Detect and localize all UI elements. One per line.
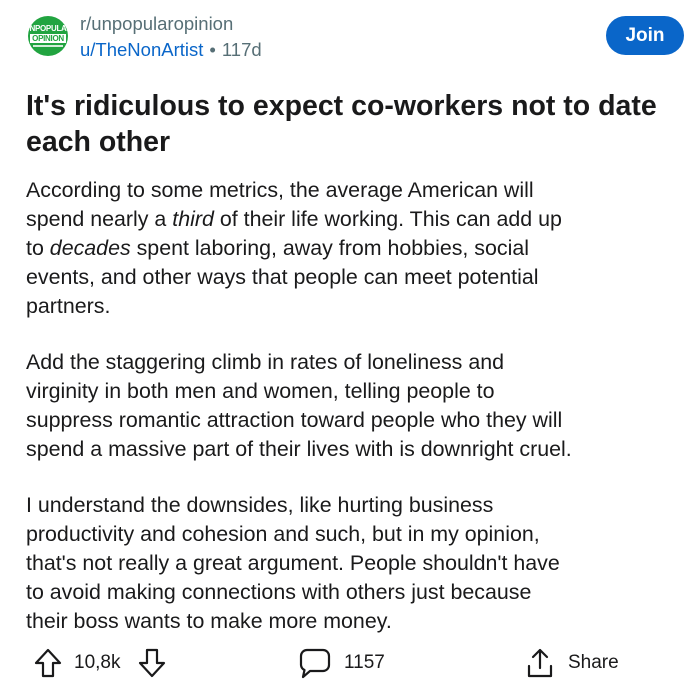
- author-link[interactable]: u/TheNonArtist: [80, 39, 203, 60]
- comment-icon: [299, 648, 331, 679]
- body-line: Add the staggering climb in rates of lon…: [26, 350, 505, 374]
- avatar-text-top: UNPOPULAR: [28, 24, 68, 33]
- post-title[interactable]: It's ridiculous to expect co-workers not…: [26, 88, 666, 160]
- body-line: virginity in both men and women, telling…: [26, 379, 495, 403]
- action-bar: 10,8k 1157 Share: [34, 646, 666, 680]
- subreddit-avatar[interactable]: UNPOPULAR OPINION: [28, 16, 68, 56]
- body-line: their boss wants to make more money.: [26, 609, 392, 633]
- avatar-text-bottom: OPINION: [30, 34, 66, 43]
- body-line: I understand the downsides, like hurting…: [26, 493, 494, 517]
- body-line: to decades spent laboring, away from hob…: [26, 234, 674, 263]
- share-icon: [527, 648, 553, 678]
- upvote-button[interactable]: [34, 646, 62, 680]
- post-meta: u/TheNonArtist • 117d: [80, 39, 262, 61]
- paragraph-3: I understand the downsides, like hurting…: [26, 491, 674, 636]
- comments-button[interactable]: 1157: [298, 646, 385, 680]
- post-age: 117d: [221, 39, 262, 60]
- subreddit-name[interactable]: r/unpopularopinion: [80, 13, 233, 35]
- meta-separator: •: [209, 39, 216, 60]
- vote-count: 10,8k: [74, 652, 121, 673]
- emphasized-text: third: [172, 207, 214, 231]
- paragraph-2: Add the staggering climb in rates of lon…: [26, 348, 674, 464]
- emphasized-text: decades: [49, 236, 131, 260]
- body-line: spend a massive part of their lives with…: [26, 437, 572, 461]
- body-line: partners.: [26, 294, 111, 318]
- line-text: to: [26, 236, 50, 260]
- avatar-stripe: [33, 45, 63, 47]
- body-line: According to some metrics, the average A…: [26, 178, 534, 202]
- body-line: that's not really a great argument. Peop…: [26, 551, 560, 575]
- downvote-button[interactable]: [138, 646, 166, 680]
- body-line: events, and other ways that people can m…: [26, 265, 539, 289]
- upvote-icon: [34, 648, 62, 678]
- line-text: of their life working. This can add up: [213, 207, 562, 231]
- share-label: Share: [568, 652, 619, 673]
- body-line: productivity and cohesion and such, but …: [26, 522, 540, 546]
- body-line: suppress romantic attraction toward peop…: [26, 408, 563, 432]
- join-button[interactable]: Join: [606, 16, 684, 55]
- line-text: spend nearly a: [26, 207, 173, 231]
- post-body: According to some metrics, the average A…: [26, 176, 674, 663]
- line-text: spent laboring, away from hobbies, socia…: [130, 236, 529, 260]
- post-header: UNPOPULAR OPINION r/unpopularopinion u/T…: [28, 13, 684, 61]
- body-line: to avoid making connections with others …: [26, 580, 532, 604]
- body-line: spend nearly a third of their life worki…: [26, 205, 674, 234]
- downvote-icon: [138, 648, 166, 678]
- paragraph-1: According to some metrics, the average A…: [26, 176, 674, 321]
- share-button[interactable]: Share: [526, 646, 619, 680]
- comment-count: 1157: [344, 652, 385, 673]
